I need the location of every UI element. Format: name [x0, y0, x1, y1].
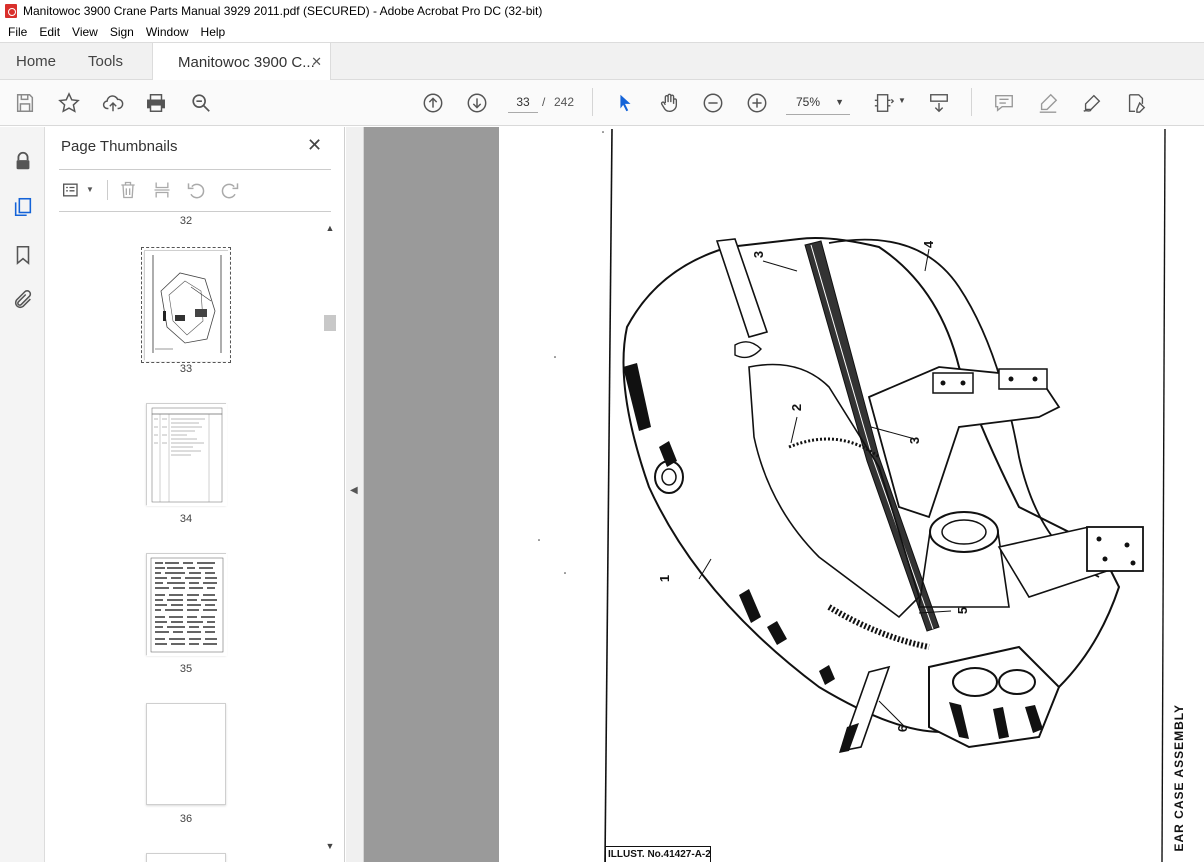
panel-collapse-handle[interactable]: ◀	[346, 127, 364, 862]
panel-title: Page Thumbnails	[61, 138, 178, 155]
rotate-counterclockwise-icon[interactable]	[185, 179, 207, 201]
panel-divider	[59, 169, 331, 170]
thumbnail-page-37[interactable]	[146, 853, 226, 862]
pdf-page[interactable]: 3 4 2 3 1 5 6 EAR CASE ASSEMBLY ILLUST. …	[499, 127, 1204, 862]
insert-pages-icon[interactable]	[151, 179, 173, 201]
panel-divider	[59, 211, 331, 212]
bookmark-star-icon[interactable]	[57, 91, 81, 115]
highlight-pen-icon[interactable]	[1036, 91, 1060, 115]
thumbnail-toolbar: ▼	[59, 177, 331, 203]
delete-pages-icon[interactable]	[117, 179, 139, 201]
page-thumbnails-panel: Page Thumbnails ✕ ▼ 32 33 34 35 36 ▲ ▼	[45, 127, 345, 862]
page-separator: /	[542, 95, 546, 109]
tab-document[interactable]: Manitowoc 3900 C... ✕	[152, 43, 331, 81]
callout-1: 1	[657, 574, 673, 583]
zoom-value: 75%	[796, 95, 821, 109]
fit-page-dropdown-icon[interactable]: ▼	[898, 96, 906, 105]
gear-case-assembly-drawing	[538, 128, 1166, 862]
toolbar	[0, 80, 1204, 126]
thumbnail-page-33[interactable]	[141, 247, 231, 363]
thumbnail-label: 36	[179, 813, 193, 825]
scroll-mode-icon[interactable]	[927, 91, 951, 115]
scrollbar-thumb[interactable]	[324, 315, 336, 331]
window-title: Manitowoc 3900 Crane Parts Manual 3929 2…	[23, 4, 543, 18]
thumbnail-scrollbar[interactable]: ▲ ▼	[323, 219, 337, 859]
thumbnail-label: 32	[179, 215, 193, 227]
thumbnail-parts-list	[147, 554, 227, 656]
menu-edit[interactable]: Edit	[33, 25, 66, 39]
thumbnail-options-chevron-icon[interactable]: ▼	[86, 185, 94, 194]
left-navigation-rail	[0, 127, 45, 862]
close-tab-icon[interactable]: ✕	[311, 54, 322, 70]
collapse-left-icon: ◀	[350, 485, 358, 496]
previous-page-icon[interactable]	[421, 91, 445, 115]
menu-file[interactable]: File	[2, 25, 33, 39]
thumbnail-options-icon[interactable]	[61, 179, 83, 201]
close-panel-icon[interactable]: ✕	[307, 135, 322, 156]
thumbnail-label: 35	[179, 663, 193, 675]
callout-3a: 3	[751, 250, 767, 259]
callout-6: 6	[895, 724, 911, 733]
menu-bar: File Edit View Sign Window Help	[0, 22, 1204, 42]
scroll-down-icon[interactable]: ▼	[323, 839, 337, 853]
lock-icon[interactable]	[11, 149, 35, 173]
tab-row: Home Tools Manitowoc 3900 C... ✕	[0, 42, 1204, 81]
zoom-out-icon[interactable]	[701, 91, 725, 115]
zoom-in-icon[interactable]	[745, 91, 769, 115]
save-icon[interactable]	[13, 91, 37, 115]
menu-help[interactable]: Help	[195, 25, 232, 39]
rotate-clockwise-icon[interactable]	[219, 179, 241, 201]
thumbnail-label: 34	[179, 513, 193, 525]
print-icon[interactable]	[144, 91, 168, 115]
menu-view[interactable]: View	[66, 25, 104, 39]
page-number-input[interactable]: 33	[508, 89, 538, 113]
search-zoom-icon[interactable]	[189, 91, 213, 115]
tab-document-label: Manitowoc 3900 C...	[178, 53, 315, 71]
fill-sign-icon[interactable]	[1124, 91, 1148, 115]
zoom-select[interactable]: 75% ▼	[786, 89, 850, 115]
thumbnail-drawing	[145, 251, 229, 361]
thumbnail-page-34[interactable]	[146, 403, 227, 506]
thumbnail-page-35[interactable]	[146, 553, 227, 656]
select-cursor-icon[interactable]	[613, 91, 637, 115]
illustration-number: ILLUST. No.41427-A-2	[605, 846, 711, 862]
total-pages: 242	[554, 95, 575, 109]
chevron-down-icon: ▼	[835, 97, 844, 107]
menu-sign[interactable]: Sign	[104, 25, 140, 39]
thumbnail-list: 32 33 34 35 36	[45, 213, 321, 862]
title-bar: Manitowoc 3900 Crane Parts Manual 3929 2…	[0, 0, 1204, 22]
drawing-caption: EAR CASE ASSEMBLY	[1172, 704, 1186, 852]
tab-tools[interactable]: Tools	[88, 43, 123, 80]
bookmarks-icon[interactable]	[11, 243, 35, 267]
callout-2: 2	[789, 403, 805, 412]
page-thumbnails-icon[interactable]	[11, 195, 35, 219]
thumbnail-table	[147, 404, 227, 506]
thumbnail-page-36[interactable]	[146, 703, 226, 805]
tab-home[interactable]: Home	[16, 43, 56, 80]
callout-3b: 3	[907, 436, 923, 445]
hand-tool-icon[interactable]	[657, 91, 681, 115]
callout-5: 5	[955, 606, 971, 615]
scroll-up-icon[interactable]: ▲	[323, 221, 337, 235]
upload-cloud-icon[interactable]	[101, 91, 125, 115]
thumbnail-label: 33	[179, 363, 193, 375]
acrobat-app-icon	[5, 4, 17, 18]
draw-sign-icon[interactable]	[1080, 91, 1104, 115]
attachments-icon[interactable]	[11, 288, 35, 312]
next-page-icon[interactable]	[465, 91, 489, 115]
menu-window[interactable]: Window	[140, 25, 195, 39]
comment-icon[interactable]	[992, 91, 1016, 115]
fit-page-icon[interactable]	[872, 91, 896, 115]
callout-4: 4	[921, 240, 937, 249]
